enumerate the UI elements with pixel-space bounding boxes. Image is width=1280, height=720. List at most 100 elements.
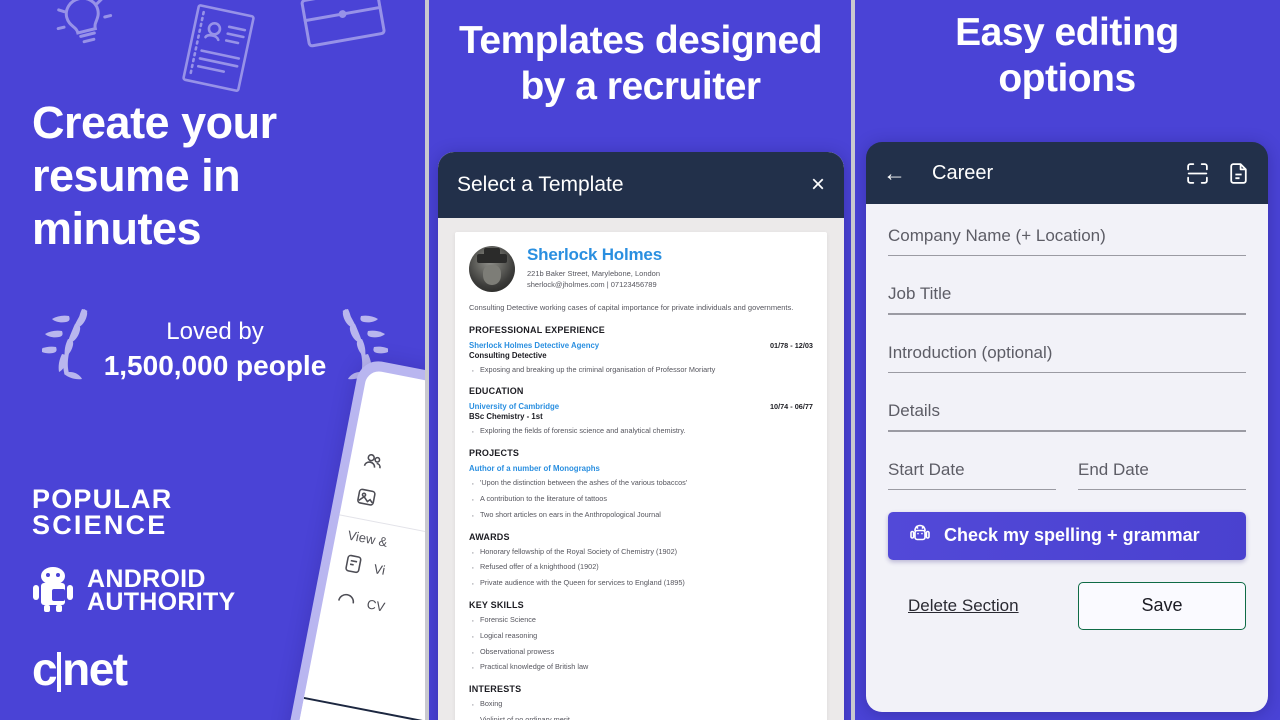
loved-by-count: 1,500,000 people: [103, 350, 327, 382]
briefcase-icon: [288, 0, 398, 69]
resume-bullet: Logical reasoning: [469, 629, 813, 647]
resume-bullet: Boxing: [469, 697, 813, 715]
resume-bullet: Exposing and breaking up the criminal or…: [469, 363, 813, 381]
resume-bullet: Forensic Science: [469, 613, 813, 631]
company-name-field[interactable]: Company Name (+ Location): [888, 226, 1246, 257]
resume-preview-card[interactable]: Sherlock Holmes 221b Baker Street, Maryl…: [455, 232, 827, 720]
loved-by-block: Loved by 1,500,000 people: [20, 305, 410, 396]
career-app-bar: ← Career: [866, 142, 1268, 204]
check-spelling-label: Check my spelling + grammar: [944, 525, 1200, 546]
resume-entry-org: Sherlock Holmes Detective Agency: [469, 340, 600, 350]
end-date-placeholder: End Date: [1078, 459, 1149, 479]
job-title-field[interactable]: Job Title: [888, 284, 1246, 315]
resume-section-heading: KEY SKILLS: [469, 600, 524, 610]
cnet-logo: c net: [32, 642, 128, 695]
resume-entry-org: Author of a number of Monographs: [469, 464, 600, 474]
delete-section-button[interactable]: Delete Section: [908, 596, 1019, 616]
job-title-field-placeholder: Job Title: [888, 284, 952, 304]
date-field-row: Start Date End Date: [888, 460, 1246, 490]
tilted-phone-screen: View & Vi CV: [295, 369, 427, 720]
resume-header: Sherlock Holmes 221b Baker Street, Maryl…: [469, 245, 813, 292]
introduction-field-placeholder: Introduction (optional): [888, 342, 1053, 362]
resume-bullet: Observational prowess: [469, 645, 813, 663]
laurel-left-icon: [38, 305, 100, 396]
tilted-phone-bottom-bar: [295, 696, 427, 720]
check-spelling-button[interactable]: Check my spelling + grammar: [888, 511, 1246, 560]
start-date-placeholder: Start Date: [888, 459, 965, 479]
template-phone-mockup: Select a Template × Sherlock Holmes 221b…: [438, 152, 844, 720]
popular-science-logo: POPULAR SCIENCE: [32, 484, 173, 540]
resume-name: Sherlock Holmes: [527, 245, 662, 264]
resume-summary: Consulting Detective working cases of ca…: [469, 303, 794, 312]
tilted-row-label: CV: [365, 595, 387, 615]
back-arrow-icon[interactable]: ←: [883, 161, 906, 185]
field-underline: [888, 371, 1246, 374]
dialog-title: Select a Template: [457, 173, 624, 196]
resume-bullet: Two short articles on ears in the Anthro…: [469, 508, 813, 526]
scan-frame-icon[interactable]: [1185, 161, 1210, 186]
template-dialog-header: Select a Template ×: [438, 152, 844, 218]
resume-entry-role: BSc Chemistry - 1st: [469, 412, 543, 422]
tilted-phone-mockup: View & Vi CV: [284, 357, 427, 720]
page-title: Create your resume in minutes: [32, 97, 277, 255]
android-authority-logo: ANDROID AUTHORITY: [32, 565, 236, 618]
avatar: [469, 246, 515, 292]
resume-bullet: Violinist of no ordinary merit: [469, 713, 813, 720]
close-icon[interactable]: ×: [811, 173, 825, 197]
loved-by-label: Loved by: [166, 318, 264, 345]
end-date-field[interactable]: End Date: [1078, 460, 1246, 490]
resume-entry: University of Cambridge 10/74 - 06/77: [469, 402, 813, 411]
resume-bullet: Exploring the fields of forensic science…: [469, 424, 813, 442]
lightbulb-icon: [36, 0, 134, 75]
field-underline: [888, 430, 1246, 432]
field-underline: [888, 313, 1246, 315]
start-date-field[interactable]: Start Date: [888, 460, 1056, 490]
form-action-row: Delete Section Save: [888, 581, 1246, 630]
panel-create-resume: Create your resume in minutes Loved by 1…: [0, 0, 427, 720]
resume-bullet: A contribution to the literature of tatt…: [469, 492, 813, 510]
android-robot-logo-icon: [32, 565, 78, 618]
promo-screenshot: Create your resume in minutes Loved by 1…: [0, 0, 1280, 720]
resume-section-heading: AWARDS: [469, 531, 510, 542]
introduction-field[interactable]: Introduction (optional): [888, 342, 1246, 374]
resume-section-heading: EDUCATION: [469, 386, 524, 397]
company-name-field-placeholder: Company Name (+ Location): [888, 226, 1106, 245]
resume-entry: Author of a number of Monographs: [469, 464, 813, 473]
resume-entry-role: Consulting Detective: [469, 350, 547, 360]
save-button[interactable]: Save: [1078, 581, 1246, 630]
resume-entry-date: 01/78 - 12/03: [769, 340, 813, 350]
resume-bullet: Honorary fellowship of the Royal Society…: [469, 545, 813, 563]
panel-divider: [425, 0, 429, 720]
resume-bullet: Private audience with the Queen for serv…: [469, 576, 813, 594]
field-underline: [888, 255, 1246, 257]
panel-divider: [851, 0, 855, 720]
resume-contact: sherlock@jholmes.com | 07123456789: [527, 279, 657, 289]
resume-section-heading: PROFESSIONAL EXPERIENCE: [469, 324, 605, 335]
resume-entry-org: University of Cambridge: [469, 402, 560, 412]
details-field[interactable]: Details: [888, 401, 1246, 432]
resume-address: 221b Baker Street, Marylebone, London: [527, 268, 661, 278]
resume-sections: PROFESSIONAL EXPERIENCE Sherlock Holmes D…: [469, 325, 813, 720]
page-title: Templates designed by a recruiter: [458, 19, 823, 109]
resume-entry: Sherlock Holmes Detective Agency 01/78 - …: [469, 341, 813, 350]
cnet-divider: [57, 651, 62, 692]
resume-doc-icon: [171, 0, 265, 104]
resume-section-heading: PROJECTS: [469, 448, 520, 459]
career-phone-mockup: ← Career Company Name (+ Location) Job T…: [866, 142, 1268, 712]
resume-bullet: Refused offer of a knighthood (1902): [469, 560, 813, 578]
android-robot-icon: [908, 521, 932, 550]
resume-bullet: Practical knowledge of British law: [469, 660, 813, 678]
template-list[interactable]: Sherlock Holmes 221b Baker Street, Maryl…: [438, 218, 844, 720]
resume-section-heading: INTERESTS: [469, 684, 522, 695]
panel-easy-editing: Easy editing options ← Career Company Na…: [854, 0, 1280, 720]
career-form: Company Name (+ Location) Job Title Introd…: [866, 204, 1268, 712]
page-title: Easy editing options: [955, 11, 1179, 101]
tilted-row-label: Vi: [372, 560, 387, 578]
screen-title: Career: [932, 161, 994, 184]
details-field-placeholder: Details: [888, 401, 940, 421]
press-logos: POPULAR SCIENCE ANDROID AUTHORITY c net: [32, 484, 236, 695]
panel-select-template: Templates designed by a recruiter Select…: [427, 0, 854, 720]
document-icon[interactable]: [1226, 161, 1251, 186]
resume-entry-date: 10/74 - 06/77: [769, 402, 813, 412]
resume-bullet: 'Upon the distinction between the ashes …: [469, 476, 813, 494]
